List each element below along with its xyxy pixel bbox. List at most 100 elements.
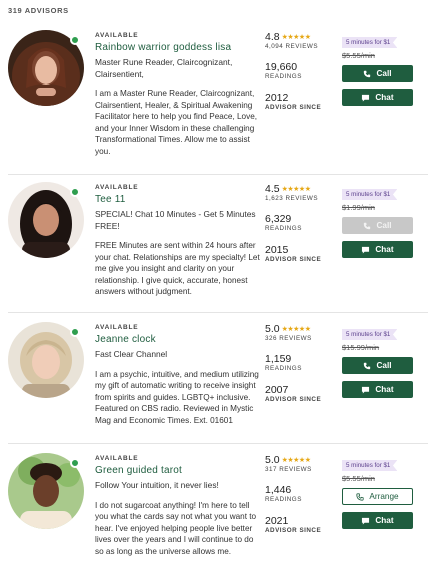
chat-bubble-icon <box>362 246 370 254</box>
star-rating-icon: ★★★★★ <box>281 186 311 193</box>
review-count[interactable]: 326 REVIEWS <box>265 335 335 342</box>
promo-badge: 5 minutes for $1 <box>342 37 398 48</box>
advisor-since-label: ADVISOR SINCE <box>265 104 322 111</box>
readings-label: READINGS <box>265 496 302 503</box>
advisor-name[interactable]: Green guided tarot <box>95 465 260 476</box>
star-rating-icon: ★★★★★ <box>281 326 311 333</box>
advisor-bio: FREE Minutes are sent within 24 hours af… <box>95 241 260 297</box>
advisor-tagline: Fast Clear Channel <box>95 349 168 359</box>
rating-row: 4.8 ★★★★★ <box>265 31 335 43</box>
call-button[interactable]: Call <box>342 357 413 374</box>
availability-label: AVAILABLE <box>95 184 139 191</box>
star-rating-icon: ★★★★★ <box>281 34 311 41</box>
advisor-count: 319 ADVISORS <box>8 6 69 15</box>
advisor-tagline: SPECIAL! Chat 10 Minutes - Get 5 Minutes… <box>95 209 256 231</box>
advisor-since-year: 2015 <box>265 244 289 256</box>
card-divider <box>8 443 428 444</box>
old-price: $15.99/min <box>342 343 380 352</box>
advisor-stats: 5.0 ★★★★★ 326 REVIEWS 1,159 READINGS 200… <box>265 323 335 403</box>
advisor-name[interactable]: Tee 11 <box>95 194 260 205</box>
advisor-bio: I am a Master Rune Reader, Claircognizan… <box>95 89 258 156</box>
phone-icon <box>356 492 365 501</box>
rating-row: 5.0 ★★★★★ <box>265 454 335 466</box>
promo-badge: 5 minutes for $1 <box>342 460 398 471</box>
chat-button[interactable]: Chat <box>342 89 413 106</box>
phone-icon <box>364 362 371 369</box>
readings-label: READINGS <box>265 225 302 232</box>
online-status-dot <box>70 458 80 468</box>
review-count[interactable]: 317 REVIEWS <box>265 466 335 473</box>
advisor-since-year: 2012 <box>265 92 289 104</box>
chat-button[interactable]: Chat <box>342 512 413 529</box>
old-price: $5.55/min <box>342 474 375 483</box>
advisor-list-page: 319 ADVISORS AVAILABLE Rainbow warrior g… <box>0 0 435 571</box>
chat-label: Chat <box>375 93 394 102</box>
advisor-tagline: Follow Your intuition, it never lies! <box>95 480 219 490</box>
promo-badge: 5 minutes for $1 <box>342 189 398 200</box>
advisor-card[interactable]: AVAILABLE Green guided tarot Follow Your… <box>0 445 435 571</box>
chat-label: Chat <box>375 385 394 394</box>
rating-value: 5.0 <box>265 323 280 335</box>
advisor-stats: 4.5 ★★★★★ 1,623 REVIEWS 6,329 READINGS 2… <box>265 183 335 263</box>
advisor-actions: 5 minutes for $1 $15.99/min Call Chat <box>342 323 413 398</box>
chat-bubble-icon <box>362 517 370 525</box>
advisor-card[interactable]: AVAILABLE Jeanne clock Fast Clear Channe… <box>0 314 435 444</box>
call-label: Call <box>376 69 392 78</box>
old-price: $5.55/min <box>342 51 375 60</box>
star-rating-icon: ★★★★★ <box>281 457 311 464</box>
advisor-actions: 5 minutes for $1 $1.99/min Call Chat <box>342 183 413 258</box>
readings-label: READINGS <box>265 73 302 80</box>
advisor-since-label: ADVISOR SINCE <box>265 527 322 534</box>
advisor-stats: 4.8 ★★★★★ 4,094 REVIEWS 19,660 READINGS … <box>265 31 335 111</box>
availability-label: AVAILABLE <box>95 455 139 462</box>
readings-count: 19,660 <box>265 61 298 73</box>
review-count[interactable]: 1,623 REVIEWS <box>265 195 335 202</box>
advisor-info: AVAILABLE Rainbow warrior goddess lisa M… <box>95 32 260 158</box>
advisor-name[interactable]: Jeanne clock <box>95 334 260 345</box>
readings-label: READINGS <box>265 365 302 372</box>
advisor-card[interactable]: AVAILABLE Tee 11 SPECIAL! Chat 10 Minute… <box>0 174 435 314</box>
readings-count: 6,329 <box>265 213 292 225</box>
chat-bubble-icon <box>362 94 370 102</box>
advisor-actions: 5 minutes for $1 $5.55/min Arrange Chat <box>342 454 413 529</box>
advisor-since-label: ADVISOR SINCE <box>265 396 322 403</box>
phone-icon <box>364 222 371 229</box>
phone-icon <box>364 70 371 77</box>
chat-label: Chat <box>375 516 394 525</box>
chat-button[interactable]: Chat <box>342 381 413 398</box>
old-price: $1.99/min <box>342 203 375 212</box>
rating-row: 5.0 ★★★★★ <box>265 323 335 335</box>
advisor-tagline: Master Rune Reader, Claircognizant, Clai… <box>95 57 233 79</box>
advisor-info: AVAILABLE Jeanne clock Fast Clear Channe… <box>95 324 260 426</box>
online-status-dot <box>70 327 80 337</box>
arrange-button[interactable]: Arrange <box>342 488 413 505</box>
call-button-disabled[interactable]: Call <box>342 217 413 234</box>
advisor-actions: 5 minutes for $1 $5.55/min Call Chat <box>342 31 413 106</box>
chat-bubble-icon <box>362 386 370 394</box>
advisor-name[interactable]: Rainbow warrior goddess lisa <box>95 42 260 53</box>
chat-label: Chat <box>375 245 394 254</box>
availability-label: AVAILABLE <box>95 324 139 331</box>
readings-count: 1,159 <box>265 353 292 365</box>
advisor-bio: I do not sugarcoat anything! I'm here to… <box>95 500 257 556</box>
advisor-since-year: 2021 <box>265 515 289 527</box>
advisor-info: AVAILABLE Tee 11 SPECIAL! Chat 10 Minute… <box>95 184 260 298</box>
call-label: Call <box>376 221 392 230</box>
rating-value: 4.8 <box>265 31 280 43</box>
chat-button[interactable]: Chat <box>342 241 413 258</box>
arrange-label: Arrange <box>369 492 399 501</box>
call-button[interactable]: Call <box>342 65 413 82</box>
advisor-stats: 5.0 ★★★★★ 317 REVIEWS 1,446 READINGS 202… <box>265 454 335 534</box>
online-status-dot <box>70 187 80 197</box>
promo-badge: 5 minutes for $1 <box>342 329 398 340</box>
availability-label: AVAILABLE <box>95 32 139 39</box>
advisor-card[interactable]: AVAILABLE Rainbow warrior goddess lisa M… <box>0 22 435 172</box>
online-status-dot <box>70 35 80 45</box>
call-label: Call <box>376 361 392 370</box>
advisor-since-label: ADVISOR SINCE <box>265 256 322 263</box>
advisor-bio: I am a psychic, intuitive, and medium ut… <box>95 369 259 425</box>
rating-value: 4.5 <box>265 183 280 195</box>
readings-count: 1,446 <box>265 484 292 496</box>
review-count[interactable]: 4,094 REVIEWS <box>265 43 335 50</box>
rating-row: 4.5 ★★★★★ <box>265 183 335 195</box>
